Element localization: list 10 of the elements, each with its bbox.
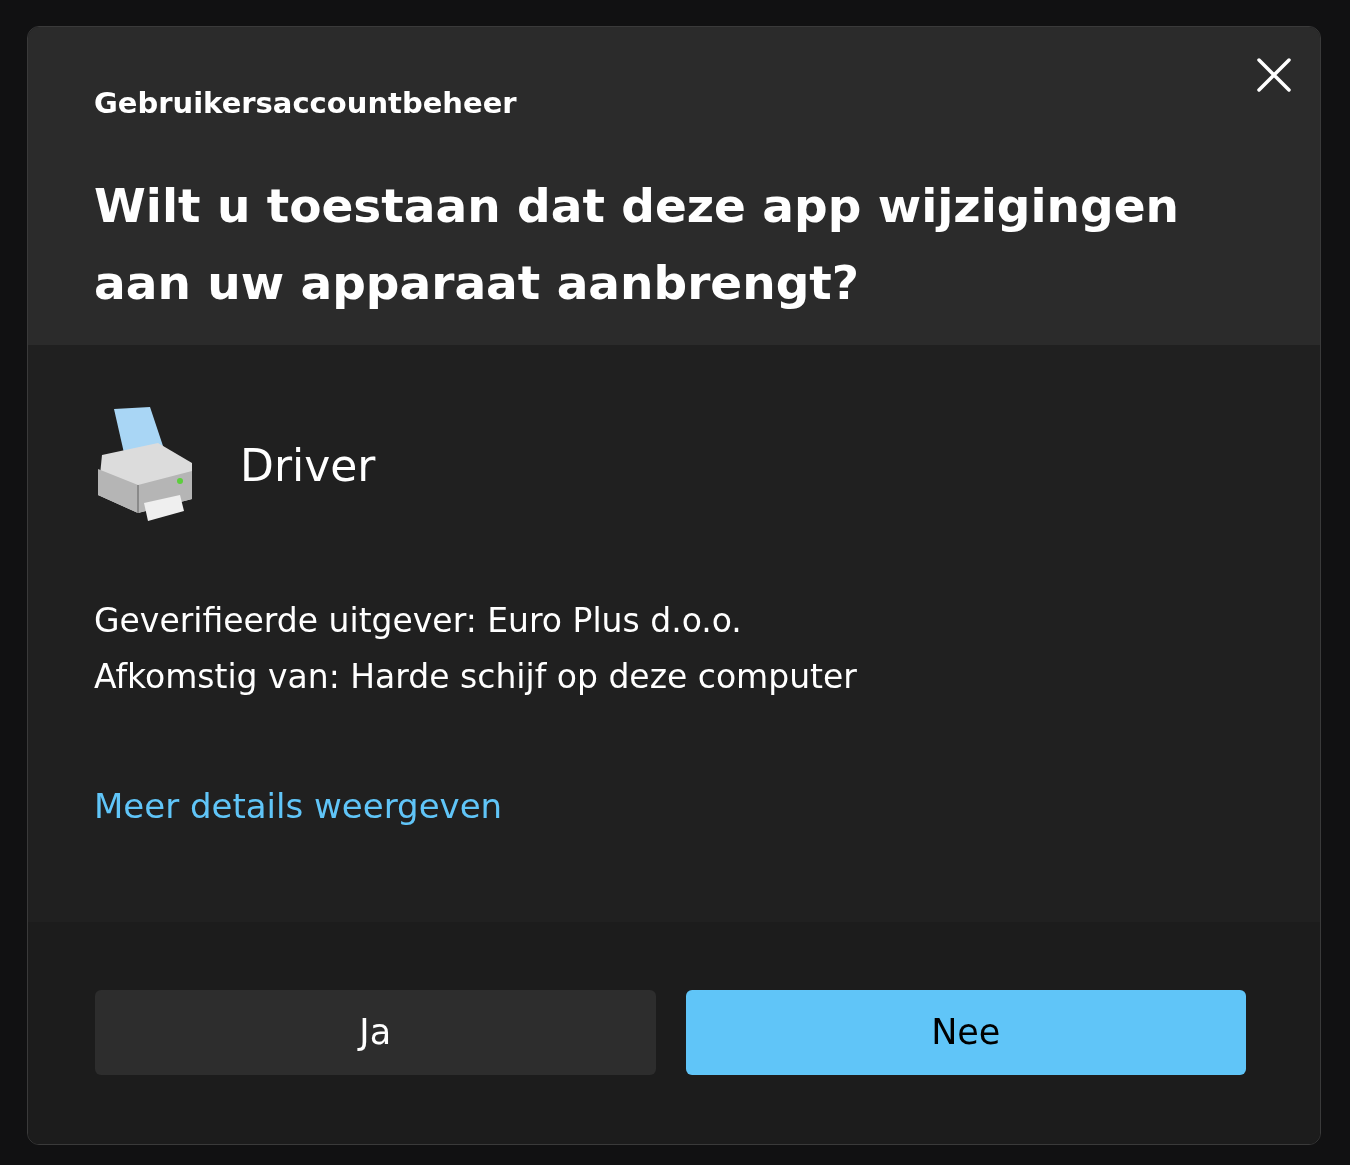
window-title: Gebruikersaccountbeheer — [94, 85, 518, 122]
details-link[interactable]: Meer details weergeven — [94, 786, 503, 826]
no-button[interactable]: Nee — [685, 990, 1246, 1075]
detail-line: Afkomstig van: Harde schijf op deze computer — [94, 656, 858, 698]
close-button[interactable] — [1256, 57, 1292, 93]
close-icon — [1256, 57, 1292, 93]
yes-button[interactable]: Ja — [95, 990, 656, 1075]
question-heading: Wilt u toestaan dat deze app wijzigingen aan uw apparaat aanbrengt? — [94, 177, 1181, 312]
app-name: Driver — [240, 444, 376, 488]
detail-line: Geverifieerde uitgever: Euro Plus d.o.o. — [94, 600, 743, 642]
